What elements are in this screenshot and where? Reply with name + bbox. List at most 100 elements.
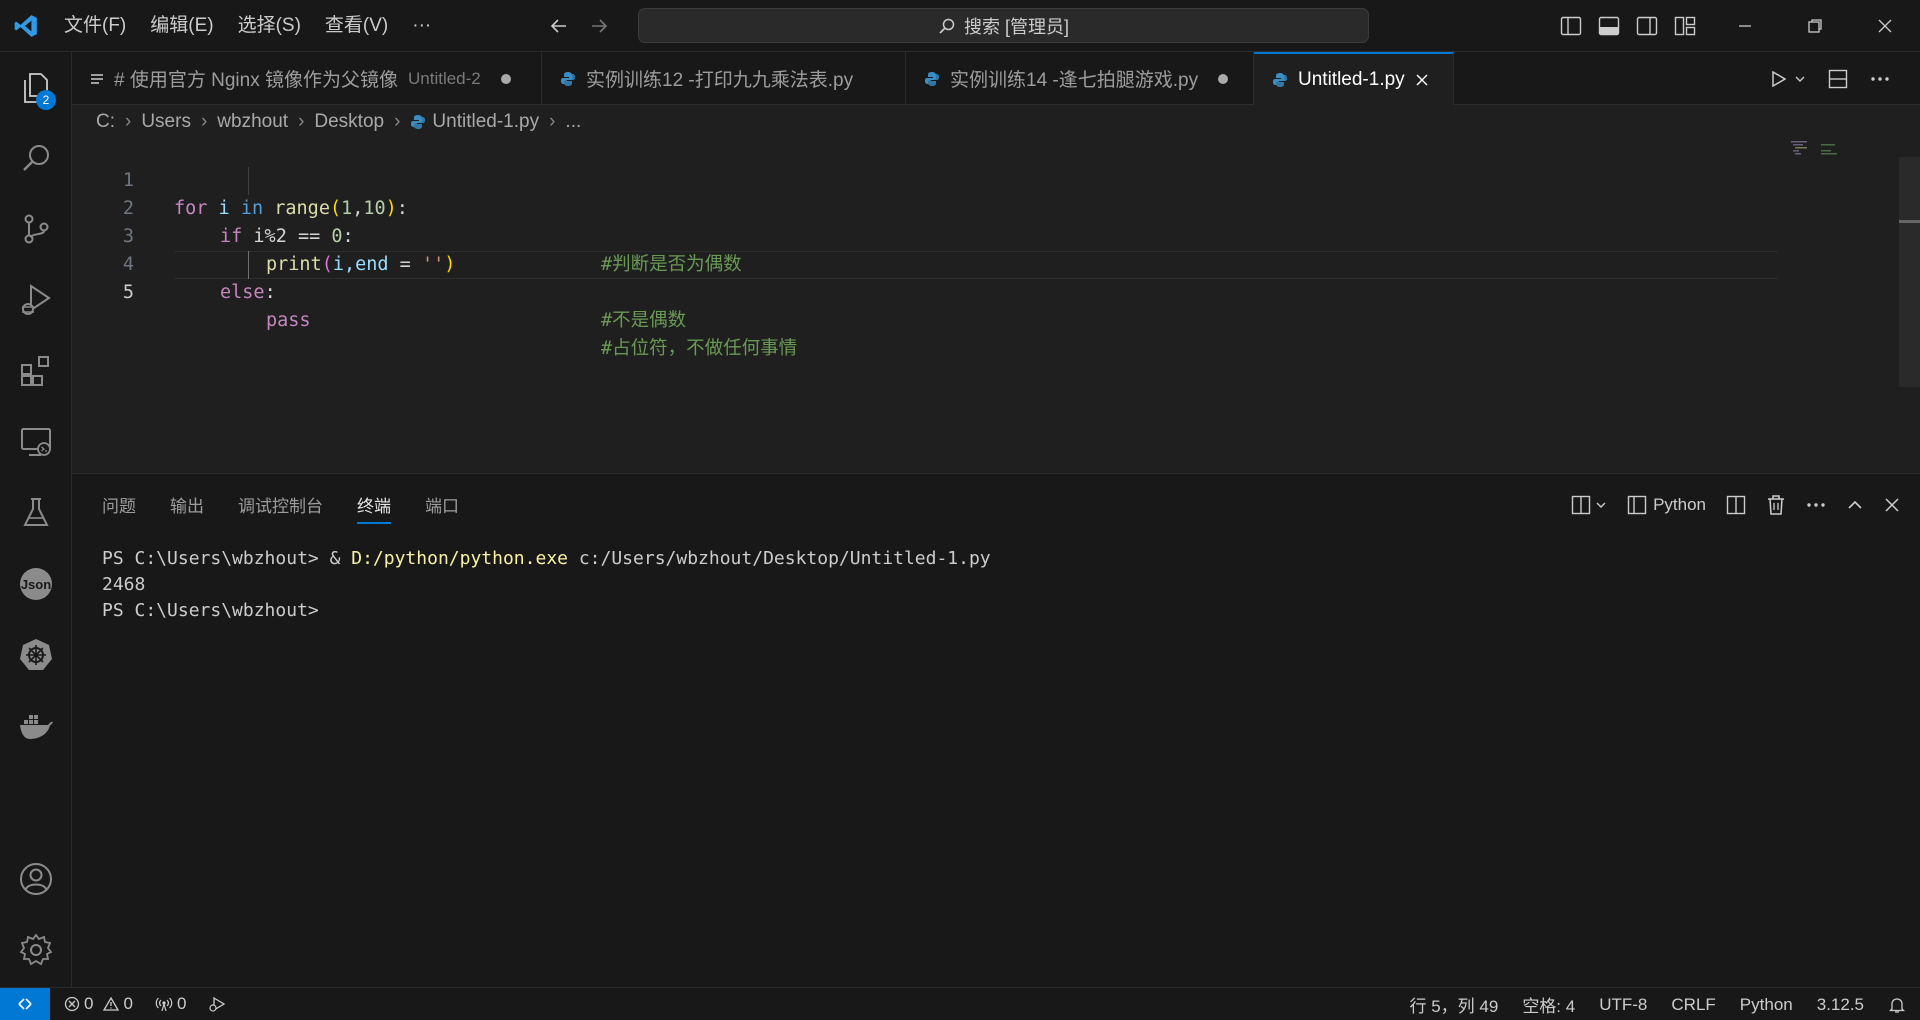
breadcrumb-item[interactable]: Users: [141, 111, 191, 133]
tab-label: 实例训练14 -逢七拍腿游戏.py: [950, 70, 1199, 91]
bottom-panel: 问题 输出 调试控制台 终端 端口 Python PS C:\Users\wbz…: [72, 473, 1920, 987]
chevron-right-icon: ›: [394, 111, 401, 132]
toggle-secondary-sidebar-icon[interactable]: [1636, 16, 1658, 36]
tab-debug-console[interactable]: 调试控制台: [238, 490, 323, 524]
code-line: 3 print(i,end = ''): [72, 195, 1772, 275]
restore-icon[interactable]: [1780, 0, 1850, 52]
end-of-line[interactable]: CRLF: [1671, 995, 1715, 1015]
breadcrumb: C: › Users › wbzhout › Desktop › Untitle…: [72, 105, 1920, 139]
status-left: 0 0 0: [50, 994, 226, 1014]
tab-terminal[interactable]: 终端: [357, 490, 391, 524]
unsaved-dot-icon[interactable]: [1218, 73, 1229, 84]
menu-edit[interactable]: 编辑(E): [138, 0, 225, 52]
chevron-right-icon: ›: [125, 111, 132, 132]
code-editor[interactable]: 1 for i in range(1,10): 2 if i%2 == 0: #…: [72, 139, 1920, 473]
run-debug-icon[interactable]: [0, 270, 72, 330]
command-center-search[interactable]: 搜索 [管理员]: [638, 8, 1369, 43]
customize-layout-icon[interactable]: [1674, 16, 1696, 36]
breadcrumb-item[interactable]: Untitled-1.py: [432, 111, 539, 133]
code-line: 2 if i%2 == 0: #判断是否为偶数: [72, 167, 1772, 275]
svg-text:Json: Json: [21, 577, 51, 592]
tab-untitled-2[interactable]: # 使用官方 Nginx 镜像作为父镜像 Untitled-2: [72, 52, 542, 105]
warning-icon: [103, 996, 120, 1012]
accounts-icon[interactable]: [0, 849, 72, 909]
breadcrumb-item[interactable]: C:: [96, 111, 115, 133]
tab-untitled-1[interactable]: Untitled-1.py: [1254, 52, 1454, 105]
close-window-icon[interactable]: [1850, 0, 1920, 52]
tab-problems[interactable]: 问题: [102, 490, 136, 524]
toggle-panel-icon[interactable]: [1598, 16, 1620, 36]
error-icon: [64, 996, 80, 1012]
window-controls: [1710, 0, 1920, 52]
terminal-line: PS C:\Users\wbzhout>: [102, 600, 319, 621]
menu-more[interactable]: ···: [400, 0, 443, 52]
json-icon[interactable]: Json: [0, 554, 72, 614]
explorer-icon[interactable]: 2: [0, 58, 72, 118]
source-control-icon[interactable]: [0, 199, 72, 259]
vscode-logo-icon: [0, 0, 52, 52]
search-icon[interactable]: [0, 128, 72, 188]
back-arrow-icon[interactable]: [548, 15, 570, 37]
close-tab-icon[interactable]: [1415, 73, 1429, 87]
docker-icon[interactable]: [0, 696, 72, 756]
trash-icon[interactable]: [1766, 494, 1786, 516]
terminal-profile-label: Python: [1653, 495, 1706, 514]
menu-view[interactable]: 查看(V): [313, 0, 400, 52]
run-python-file-icon[interactable]: [1770, 70, 1806, 88]
search-label: 搜索 [管理员]: [963, 16, 1069, 37]
broadcast-icon: [155, 996, 173, 1012]
status-right: 行 5，列 49 空格: 4 UTF-8 CRLF Python 3.12.5: [1410, 988, 1907, 1020]
editor-actions: [1770, 52, 1920, 105]
tab-description: Untitled-2: [407, 68, 481, 88]
chevron-right-icon: ›: [200, 111, 208, 132]
breadcrumb-item[interactable]: wbzhout: [217, 111, 288, 133]
tab-training-12[interactable]: 实例训练12 -打印九九乘法表.py: [542, 52, 906, 105]
chevron-right-icon: ›: [549, 111, 556, 132]
testing-flask-icon[interactable]: [0, 483, 72, 543]
split-editor-icon[interactable]: [1828, 69, 1848, 89]
settings-gear-icon[interactable]: [0, 920, 72, 980]
split-terminal-icon[interactable]: [1726, 495, 1746, 515]
terminal-profile[interactable]: Python: [1627, 495, 1706, 515]
menu-selection[interactable]: 选择(S): [226, 0, 313, 52]
line-number: 5: [122, 282, 134, 303]
encoding[interactable]: UTF-8: [1599, 995, 1647, 1015]
python-version[interactable]: 3.12.5: [1817, 995, 1864, 1015]
menu-bar: 文件(F) 编辑(E) 选择(S) 查看(V) ···: [52, 0, 443, 52]
problems-status[interactable]: 0 0: [64, 994, 133, 1014]
tab-label: 实例训练12 -打印九九乘法表.py: [586, 70, 854, 91]
minimize-icon[interactable]: [1710, 0, 1780, 52]
code-line: 4 else: #不是偶数: [72, 223, 1772, 331]
notifications-bell-icon[interactable]: [1888, 996, 1906, 1014]
tab-ports[interactable]: 端口: [425, 490, 459, 524]
extensions-icon[interactable]: [0, 341, 72, 401]
more-actions-icon[interactable]: [1806, 502, 1826, 508]
tab-output[interactable]: 输出: [170, 490, 204, 524]
remote-explorer-icon[interactable]: [0, 412, 72, 472]
close-panel-icon[interactable]: [1884, 497, 1900, 513]
terminal-line: PS C:\Users\wbzhout> & D:/python/python.…: [102, 548, 991, 569]
new-terminal-split-icon[interactable]: [1571, 495, 1607, 515]
python-file-icon: [924, 71, 940, 87]
language-mode[interactable]: Python: [1740, 995, 1793, 1015]
more-actions-icon[interactable]: [1870, 76, 1890, 82]
search-icon: [938, 17, 956, 35]
cursor-position[interactable]: 行 5，列 49: [1410, 992, 1499, 1017]
debug-run-icon[interactable]: [208, 995, 226, 1013]
python-file-icon: [410, 114, 426, 130]
terminal-output[interactable]: PS C:\Users\wbzhout> & D:/python/python.…: [102, 546, 991, 624]
forward-arrow-icon[interactable]: [588, 15, 610, 37]
ports-status[interactable]: 0: [155, 994, 186, 1014]
unsaved-dot-icon[interactable]: [500, 73, 511, 84]
indentation[interactable]: 空格: 4: [1522, 992, 1575, 1017]
remote-indicator-icon[interactable]: [0, 987, 50, 1020]
tab-training-14[interactable]: 实例训练14 -逢七拍腿游戏.py: [906, 52, 1254, 105]
kubernetes-icon[interactable]: [0, 625, 72, 685]
maximize-panel-icon[interactable]: [1846, 496, 1864, 514]
breadcrumb-item[interactable]: ...: [565, 111, 581, 133]
editor-scrollbar[interactable]: [1899, 157, 1920, 387]
menu-file[interactable]: 文件(F): [52, 0, 138, 52]
breadcrumb-item[interactable]: Desktop: [314, 111, 384, 133]
minimap[interactable]: [1779, 139, 1899, 473]
toggle-primary-sidebar-icon[interactable]: [1560, 16, 1582, 36]
